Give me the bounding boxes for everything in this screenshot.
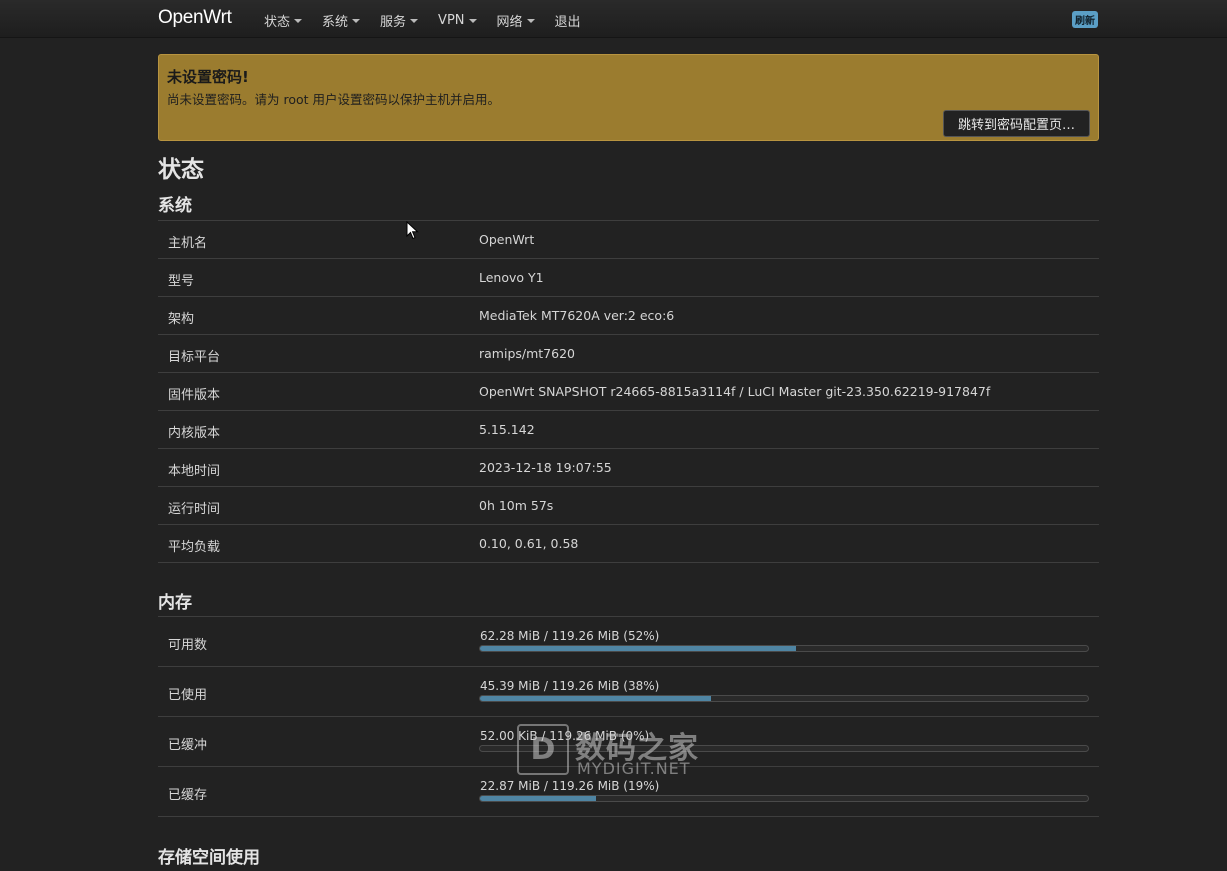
row-value: 0h 10m 57s (479, 498, 554, 513)
row-value: 5.15.142 (479, 422, 535, 437)
chevron-down-icon (352, 19, 361, 23)
chevron-down-icon (468, 19, 477, 23)
row-label: 可用数 (168, 638, 208, 653)
row-value: 52.00 KiB / 119.26 MiB (0%) (480, 729, 650, 743)
progress-bar (479, 695, 1089, 702)
table-row: 可用数 62.28 MiB / 119.26 MiB (52%) (158, 617, 1099, 667)
menu-vpn-label: VPN (438, 13, 465, 28)
row-value: ramips/mt7620 (479, 346, 575, 361)
table-row: 本地时间 2023-12-18 19:07:55 (158, 449, 1099, 487)
refresh-badge[interactable]: 刷新 (1072, 11, 1098, 28)
system-info-table: 主机名 OpenWrt 型号 Lenovo Y1 架构 MediaTek MT7… (158, 220, 1099, 563)
row-value: 22.87 MiB / 119.26 MiB (19%) (480, 779, 660, 793)
row-label: 固件版本 (168, 388, 221, 403)
memory-table: 可用数 62.28 MiB / 119.26 MiB (52%) 已使用 45.… (158, 616, 1099, 817)
page-title: 状态 (158, 157, 204, 183)
table-row: 内核版本 5.15.142 (158, 411, 1099, 449)
chevron-down-icon (410, 19, 419, 23)
row-label: 已缓存 (168, 788, 208, 803)
table-row: 目标平台 ramips/mt7620 (158, 335, 1099, 373)
menu-services-label: 服务 (380, 15, 407, 30)
table-row: 已缓存 22.87 MiB / 119.26 MiB (19%) (158, 767, 1099, 817)
memory-section-title: 内存 (158, 593, 192, 613)
row-value: Lenovo Y1 (479, 270, 544, 285)
menu-system-label: 系统 (322, 15, 349, 30)
alert-title: 未设置密码! (167, 68, 249, 86)
table-row: 架构 MediaTek MT7620A ver:2 eco:6 (158, 297, 1099, 335)
table-row: 运行时间 0h 10m 57s (158, 487, 1099, 525)
row-value: 2023-12-18 19:07:55 (479, 460, 612, 475)
row-value: MediaTek MT7620A ver:2 eco:6 (479, 308, 675, 323)
menu-status-label: 状态 (264, 15, 291, 30)
menu-logout-label: 退出 (554, 15, 581, 30)
menu-logout[interactable]: 退出 (555, 11, 581, 30)
menu-status[interactable]: 状态 (264, 11, 303, 30)
progress-fill (480, 696, 712, 701)
table-row: 型号 Lenovo Y1 (158, 259, 1099, 297)
row-label: 运行时间 (168, 502, 221, 517)
row-value: 0.10, 0.61, 0.58 (479, 536, 579, 551)
chevron-down-icon (526, 19, 535, 23)
row-label: 平均负载 (168, 540, 221, 555)
mouse-cursor-icon (406, 221, 419, 240)
progress-fill (480, 646, 797, 651)
menu-network[interactable]: 网络 (497, 11, 535, 30)
menu-vpn[interactable]: VPN (438, 11, 477, 30)
menu-services[interactable]: 服务 (380, 11, 419, 30)
progress-bar (479, 745, 1089, 752)
goto-password-config-button[interactable]: 跳转到密码配置页… (942, 110, 1090, 137)
chevron-down-icon (294, 19, 303, 23)
row-label: 内核版本 (168, 426, 221, 441)
row-label: 目标平台 (168, 350, 221, 365)
main-menu: 状态 系统 服务 VPN 网络 退出 (264, 11, 601, 30)
storage-section-title: 存储空间使用 (158, 848, 260, 868)
row-label: 型号 (168, 274, 195, 289)
menu-network-label: 网络 (496, 15, 523, 30)
progress-bar (479, 795, 1089, 802)
no-password-alert: 未设置密码! 尚未设置密码。请为 root 用户设置密码以保护主机并启用。 跳转… (158, 54, 1099, 141)
menu-system[interactable]: 系统 (322, 11, 361, 30)
progress-bar (479, 645, 1089, 652)
alert-text: 尚未设置密码。请为 root 用户设置密码以保护主机并启用。 (167, 92, 501, 107)
table-row: 平均负载 0.10, 0.61, 0.58 (158, 525, 1099, 563)
row-value: OpenWrt (479, 232, 535, 247)
row-label: 架构 (168, 312, 195, 327)
row-value: 62.28 MiB / 119.26 MiB (52%) (480, 629, 660, 643)
table-row: 已缓冲 52.00 KiB / 119.26 MiB (0%) (158, 717, 1099, 767)
row-label: 已使用 (168, 688, 208, 703)
table-row: 主机名 OpenWrt (158, 221, 1099, 259)
progress-fill (480, 796, 596, 801)
row-value: 45.39 MiB / 119.26 MiB (38%) (480, 679, 660, 693)
table-row: 固件版本 OpenWrt SNAPSHOT r24665-8815a3114f … (158, 373, 1099, 411)
brand-logo[interactable]: OpenWrt (158, 7, 232, 29)
system-section-title: 系统 (158, 196, 192, 216)
table-row: 已使用 45.39 MiB / 119.26 MiB (38%) (158, 667, 1099, 717)
row-label: 已缓冲 (168, 738, 208, 753)
row-label: 本地时间 (168, 464, 221, 479)
row-label: 主机名 (168, 236, 208, 251)
row-value: OpenWrt SNAPSHOT r24665-8815a3114f / LuC… (479, 384, 991, 399)
top-navbar: OpenWrt 状态 系统 服务 VPN 网络 退出 刷新 (0, 0, 1227, 38)
